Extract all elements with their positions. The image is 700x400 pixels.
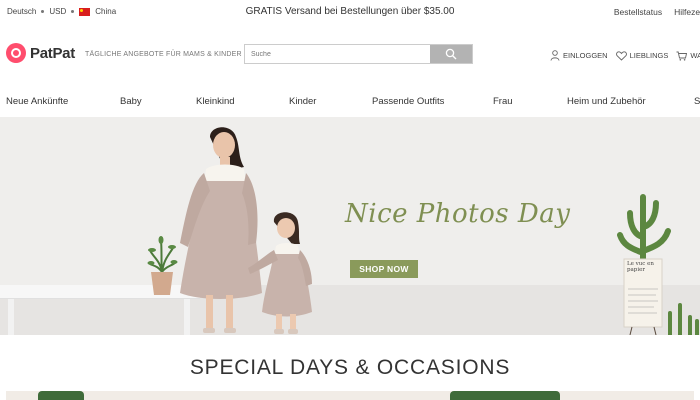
nav-item-kids[interactable]: Kinder: [289, 96, 316, 107]
patpat-logo[interactable]: PatPat: [6, 43, 75, 63]
hero-banner[interactable]: Nice Photos Day SHOP NOW Le vuc en papie…: [0, 117, 700, 335]
wreath-decoration: [450, 391, 560, 400]
search-button[interactable]: [430, 45, 472, 63]
login-label: EINLOGGEN: [563, 51, 608, 60]
wreath-decoration: [38, 391, 84, 400]
site-header: PatPat TÄGLICHE ANGEBOTE FÜR MAMS & KIND…: [0, 24, 700, 86]
nav-item-women[interactable]: Frau: [493, 96, 513, 107]
login-link[interactable]: EINLOGGEN: [550, 50, 608, 61]
logo-text: PatPat: [30, 44, 75, 62]
cart-icon: [676, 51, 688, 61]
free-shipping-banner: GRATIS Versand bei Bestellungen über $35…: [245, 6, 455, 17]
small-cactus-image: [668, 303, 699, 335]
nav-item-home[interactable]: Heim und Zubehör: [567, 96, 646, 107]
main-nav: Neue Ankünfte Baby Kleinkind Kinder Pass…: [0, 86, 700, 116]
logo-mark-icon: [6, 43, 26, 63]
cart-label: WAG: [690, 51, 700, 60]
bench-leg: [8, 299, 14, 335]
paper-bag-label: Le vuc en papier: [627, 261, 654, 273]
user-icon: [550, 50, 560, 61]
heart-icon: [615, 50, 627, 61]
hero-title: Nice Photos Day: [345, 199, 571, 229]
tagline: TÄGLICHE ANGEBOTE FÜR MAMS & KINDER: [85, 51, 242, 58]
top-bar: Deutsch USD China GRATIS Versand bei Bes…: [0, 0, 700, 24]
favorites-label: LIEBLINGS: [629, 51, 669, 60]
search-input[interactable]: [245, 45, 430, 63]
search-icon: [445, 48, 457, 60]
section-title: SPECIAL DAYS & OCCASIONS: [189, 356, 511, 379]
nav-item-toddler[interactable]: Kleinkind: [196, 96, 235, 107]
nav-item-matching-outfits[interactable]: Passende Outfits: [372, 96, 444, 107]
nav-item-baby[interactable]: Baby: [120, 96, 142, 107]
order-status-link[interactable]: Bestellstatus: [614, 7, 662, 17]
cart-link[interactable]: WAG: [676, 50, 700, 61]
help-center-link[interactable]: Hilfezentr: [674, 7, 700, 17]
nav-item-more[interactable]: S: [694, 96, 700, 107]
nav-item-new-arrivals[interactable]: Neue Ankünfte: [6, 96, 68, 107]
shop-now-button[interactable]: SHOP NOW: [350, 260, 418, 278]
favorites-link[interactable]: LIEBLINGS: [615, 50, 669, 61]
search-bar: [244, 44, 473, 64]
daughter-photo: [248, 212, 312, 334]
occasions-banner-strip[interactable]: [6, 391, 694, 400]
